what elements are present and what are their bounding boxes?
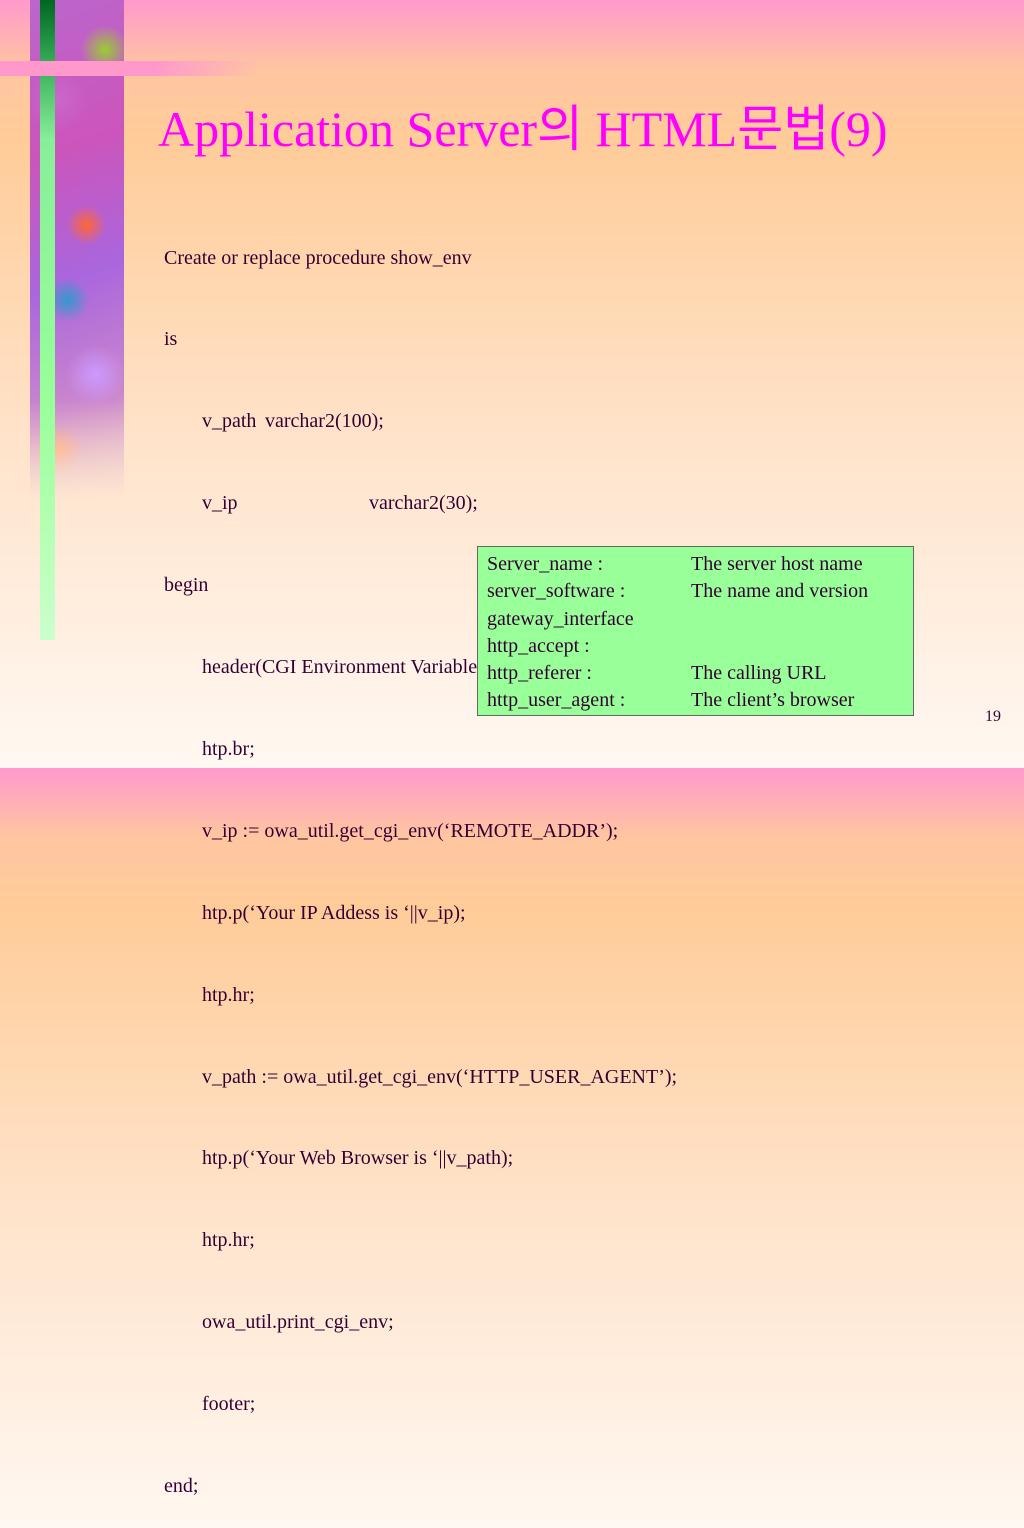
code-line: v_ip := owa_util.get_cgi_env(‘REMOTE_ADD…	[202, 819, 619, 842]
decorative-green-bar	[40, 0, 55, 640]
code-line: Create or replace procedure show_env	[164, 246, 472, 269]
env-desc: The client’s browser	[691, 689, 855, 712]
code-type: varchar2(100);	[265, 410, 384, 433]
code-line: htp.hr;	[202, 1229, 255, 1252]
code-var: v_ip	[202, 492, 238, 515]
code-line: owa_util.print_cgi_env;	[202, 1311, 394, 1334]
env-row: http_accept :	[478, 629, 913, 657]
code-line: v_ip varchar2(30);	[164, 490, 677, 517]
slide-title: Application Server의 HTML문법(9)	[158, 101, 888, 157]
code-line: end;	[164, 1474, 199, 1497]
code-block: Create or replace procedure show_env is …	[164, 190, 677, 1528]
code-line: htp.p(‘Your Web Browser is ‘||v_path);	[202, 1147, 514, 1170]
code-line: footer;	[202, 1393, 256, 1416]
code-line: v_path := owa_util.get_cgi_env(‘HTTP_USE…	[202, 1065, 678, 1088]
code-line: htp.hr;	[202, 983, 255, 1006]
code-line: v_path varchar2(100);	[164, 408, 677, 435]
cgi-env-box: Server_name : The server host name server…	[477, 546, 914, 716]
page-number: 19	[985, 708, 1001, 725]
code-line: htp.br;	[202, 737, 255, 760]
code-type: varchar2(30);	[369, 492, 478, 515]
decorative-pink-band	[0, 61, 260, 76]
code-line: is	[164, 328, 178, 351]
code-line: htp.p(‘Your IP Addess is ‘||v_ip);	[202, 901, 466, 924]
code-var: v_path	[202, 410, 257, 433]
env-row: Server_name : The server host name	[478, 547, 913, 575]
env-row: server_software : The name and version	[478, 574, 913, 602]
env-key: http_user_agent :	[487, 689, 626, 712]
env-row: http_referer : The calling URL	[478, 656, 913, 684]
env-row: http_user_agent : The client’s browser	[478, 683, 913, 711]
env-row: gateway_interface	[478, 602, 913, 630]
